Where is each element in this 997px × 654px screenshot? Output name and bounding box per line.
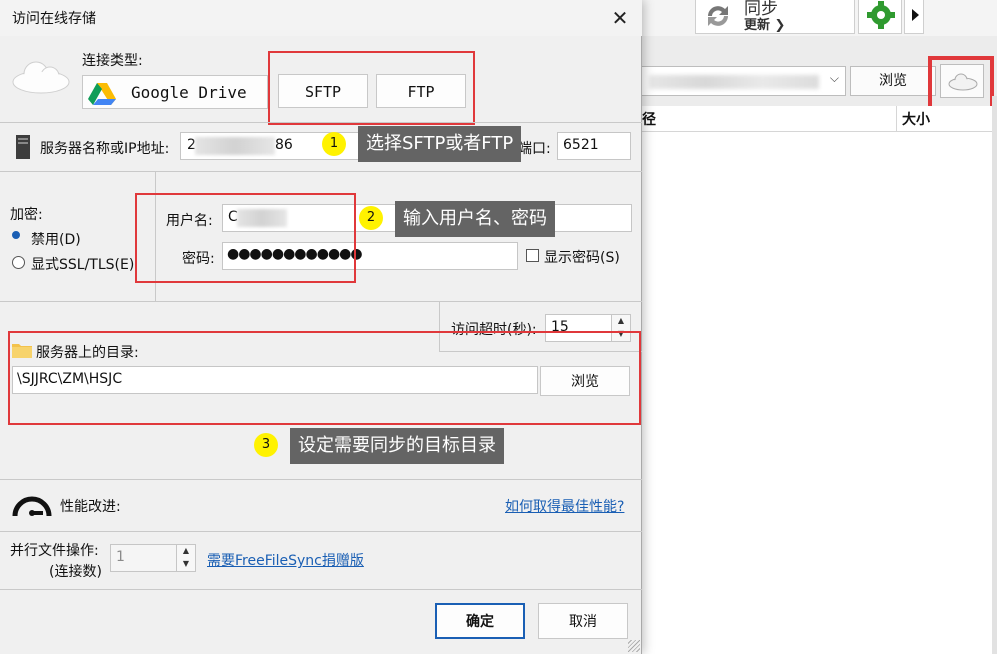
sync-icon <box>708 6 728 26</box>
parallel-label-1: 并行文件操作: <box>10 543 99 559</box>
show-password-label[interactable]: 显示密码(S) <box>544 247 620 267</box>
cloud-logo-icon <box>12 61 70 94</box>
play-button[interactable] <box>904 0 924 34</box>
parallel-value: 1 <box>116 549 125 565</box>
server-icon <box>12 134 34 160</box>
ok-button[interactable]: 确定 <box>435 603 525 639</box>
port-input[interactable]: 6521 <box>557 132 631 160</box>
cloud-logo <box>10 54 72 96</box>
encryption-label: 加密: <box>10 207 43 223</box>
highlight-credentials <box>135 193 356 283</box>
column-size[interactable]: 大小 <box>902 109 930 129</box>
google-drive-icon <box>88 83 116 105</box>
server-tower-icon <box>16 135 30 159</box>
close-icon[interactable]: ✕ <box>606 6 634 30</box>
dialog-title: 访问在线存储 <box>12 11 96 27</box>
stepper-up-icon[interactable]: ▲ <box>177 545 195 558</box>
perf-label: 性能改进: <box>60 499 121 515</box>
file-list-header: 径 大小 <box>640 106 992 132</box>
divider <box>0 171 642 172</box>
file-list <box>640 132 992 654</box>
perf-link[interactable]: 如何取得最佳性能? <box>505 496 624 516</box>
google-drive-label: Google Drive <box>131 83 247 102</box>
server-label: 服务器名称或IP地址: <box>40 141 170 157</box>
callout-box: 设定需要同步的目标目录 <box>290 428 504 464</box>
stepper-down-icon[interactable]: ▼ <box>177 558 195 571</box>
callout-number: 3 <box>254 433 278 457</box>
folder-path-input[interactable]: ⌵ <box>640 66 846 96</box>
callout-box: 选择SFTP或者FTP <box>358 126 522 162</box>
settings-button[interactable] <box>858 0 902 34</box>
speedometer-icon <box>10 486 54 522</box>
scrollbar[interactable] <box>992 96 997 654</box>
triangle-right-icon <box>912 9 919 21</box>
server-value-suffix: 86 <box>275 137 293 153</box>
divider <box>0 589 642 590</box>
gear-icon <box>867 1 895 29</box>
divider <box>0 122 642 123</box>
callout-number: 1 <box>322 132 346 156</box>
highlight-directory <box>8 331 641 425</box>
port-label: 端口: <box>518 141 551 157</box>
port-value: 6521 <box>563 137 599 153</box>
donation-link[interactable]: 需要FreeFileSync捐赠版 <box>207 550 364 570</box>
blurred-path <box>649 75 819 89</box>
parallel-input[interactable]: 1 ▲ ▼ <box>110 544 196 572</box>
connection-type-label: 连接类型: <box>82 53 143 69</box>
column-path[interactable]: 径 <box>642 109 656 129</box>
radio-disable[interactable] <box>12 231 20 239</box>
blurred-server <box>195 137 275 155</box>
chevron-down-icon[interactable]: ⌵ <box>830 71 839 86</box>
divider <box>0 479 642 480</box>
divider <box>0 531 642 532</box>
parallel-label-2: (连接数) <box>49 564 102 580</box>
parallel-stepper[interactable]: ▲ ▼ <box>176 545 195 571</box>
radio-ssl-label[interactable]: 显式SSL/TLS(E) <box>31 254 134 274</box>
sync-button[interactable]: 同步 更新 ❯ <box>695 0 855 34</box>
google-drive-button[interactable]: Google Drive <box>82 75 268 109</box>
cancel-button[interactable]: 取消 <box>538 603 628 639</box>
stepper-up-icon[interactable]: ▲ <box>612 315 630 328</box>
gauge-icon <box>12 496 52 517</box>
callout-number: 2 <box>359 206 383 230</box>
radio-ssl[interactable] <box>12 256 25 269</box>
resize-grip-icon[interactable] <box>628 640 640 652</box>
dialog-titlebar <box>0 0 642 36</box>
browse-button[interactable]: 浏览 <box>850 66 936 96</box>
highlight-protocol <box>268 51 475 125</box>
highlight-cloud-button <box>928 56 994 110</box>
callout-box: 输入用户名、密码 <box>395 201 555 237</box>
show-password-checkbox[interactable] <box>526 249 539 262</box>
update-label: 更新 ❯ <box>744 18 786 33</box>
radio-disable-label[interactable]: 禁用(D) <box>31 229 81 249</box>
column-divider <box>896 106 897 132</box>
